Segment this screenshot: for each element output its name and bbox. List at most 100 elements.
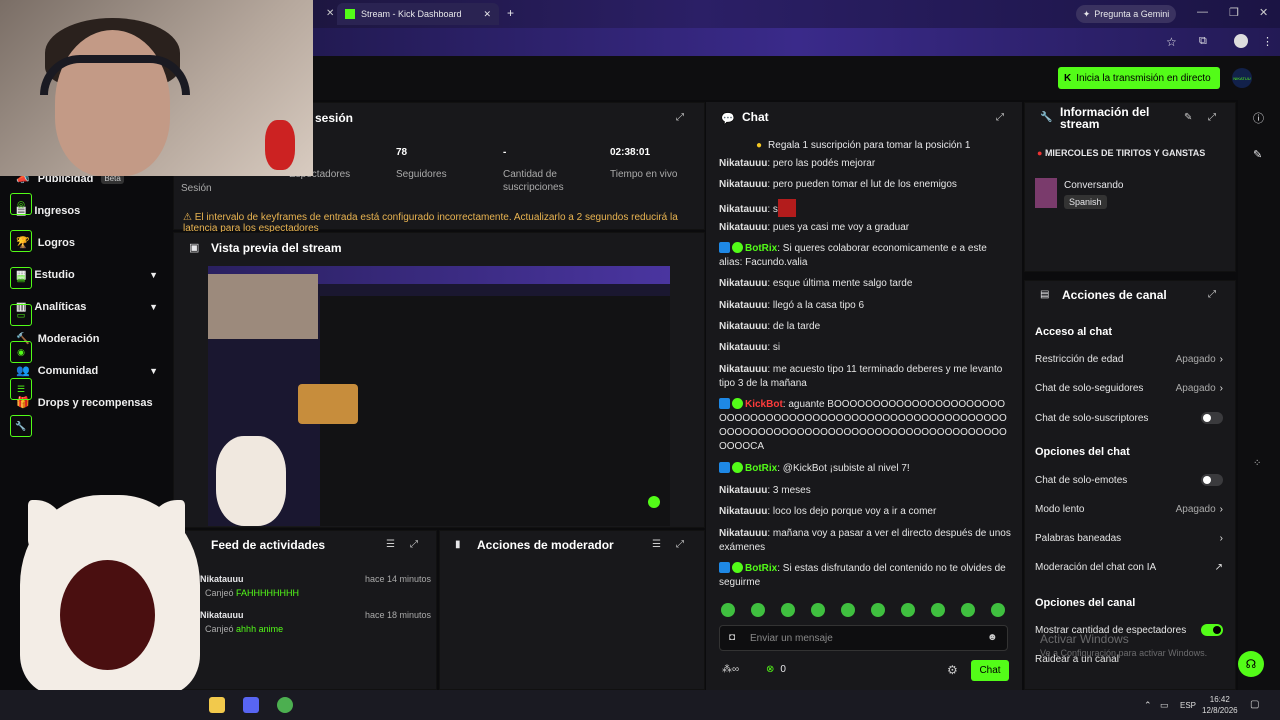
chat-username[interactable]: Nikatauuu	[719, 179, 767, 190]
chat-username[interactable]: Nikatauuu	[719, 485, 767, 496]
discord-icon[interactable]	[243, 697, 259, 713]
chat-username[interactable]: Nikatauuu	[719, 506, 767, 517]
browser-menu-icon[interactable]: ⋮	[1262, 35, 1273, 48]
tray-chevron-icon[interactable]: ⌃	[1144, 700, 1152, 711]
sidebar-item-analiticas[interactable]: ▥ Analíticas ▼	[16, 300, 158, 314]
chat-username[interactable]: Nikatauuu	[719, 222, 767, 233]
info-icon[interactable]: ⓘ	[1253, 110, 1264, 126]
sidebar-item-ingresos[interactable]: ▤ Ingresos	[16, 204, 158, 218]
chat-settings-icon[interactable]: ⚙	[947, 663, 958, 677]
emote-button[interactable]	[991, 603, 1005, 617]
ai-moderation-row[interactable]: Moderación del chat con IA ↗	[1035, 562, 1223, 573]
slow-mode-row[interactable]: Modo lento Apagado ›	[1035, 504, 1223, 515]
emote-button[interactable]	[751, 603, 765, 617]
rail-button-camera-icon[interactable]: ◎	[10, 193, 32, 215]
chat-username[interactable]: Nikatauuu	[719, 158, 767, 169]
system-clock[interactable]: 16:42 12/8/2026	[1202, 694, 1238, 716]
rail-button-wrench-icon[interactable]: 🔧	[10, 415, 32, 437]
filter-icon[interactable]: ☰	[386, 539, 395, 550]
network-icon[interactable]: ▭	[1160, 700, 1169, 711]
chat-username[interactable]: Nikatauuu	[719, 204, 767, 215]
chat-username[interactable]: BotRix	[745, 563, 777, 574]
chat-username[interactable]: BotRix	[745, 243, 777, 254]
notifications-icon[interactable]: ▢	[1250, 699, 1259, 710]
sidebar-item-comunidad[interactable]: 👥 Comunidad ▼	[16, 364, 158, 378]
banned-words-row[interactable]: Palabras baneadas ›	[1035, 533, 1223, 544]
gemini-button[interactable]: ✦ Pregunta a Gemini	[1076, 5, 1176, 23]
chat-username[interactable]: Nikatauuu	[719, 342, 767, 353]
chat-icon: 💬	[721, 113, 735, 125]
chat-username[interactable]: BotRix	[745, 463, 777, 474]
stream-preview-video[interactable]	[208, 266, 670, 526]
chat-message: KickBot: aguante BOOOOOOOOOOOOOOOOOOOOOO…	[719, 398, 1007, 452]
expand-icon[interactable]: ⤢	[1208, 289, 1216, 300]
go-live-button[interactable]: K Inicia la transmisión en directo	[1058, 67, 1220, 89]
chat-username[interactable]: Nikatauuu	[719, 528, 767, 539]
bookmark-star-icon[interactable]: ☆	[1166, 35, 1177, 49]
subs-only-toggle[interactable]	[1201, 412, 1223, 424]
expand-icon[interactable]: ⤢	[996, 112, 1004, 123]
emote-button[interactable]	[931, 603, 945, 617]
expand-icon[interactable]: ⤢	[676, 539, 684, 550]
chat-username[interactable]: KickBot	[745, 399, 783, 410]
expand-icon[interactable]: ⤢	[676, 112, 684, 123]
channel-avatar[interactable]: NIKATUU	[1232, 68, 1252, 88]
rail-button-broadcast-icon[interactable]: ◉	[10, 341, 32, 363]
show-viewers-toggle[interactable]	[1201, 624, 1223, 636]
rail-button-doc-icon[interactable]: ▤	[10, 267, 32, 289]
expand-icon[interactable]: ⤢	[410, 539, 418, 550]
verified-badge-icon	[719, 562, 730, 573]
rail-button-bolt-icon[interactable]: ⚡	[10, 230, 32, 252]
emote-button[interactable]	[841, 603, 855, 617]
emote-button[interactable]	[811, 603, 825, 617]
age-restriction-row[interactable]: Restricción de edad Apagado ›	[1035, 354, 1223, 365]
preview-webcam	[208, 274, 318, 339]
edit-icon[interactable]: ✎	[1184, 112, 1192, 123]
browser-tab[interactable]: Stream - Kick Dashboard ✕	[337, 3, 499, 25]
emote-button[interactable]	[961, 603, 975, 617]
file-explorer-icon[interactable]	[209, 697, 225, 713]
close-tab-icon[interactable]: ✕	[483, 9, 491, 20]
more-icon[interactable]: ⁘	[1253, 458, 1261, 469]
new-tab-icon[interactable]: +	[507, 6, 514, 20]
filter-icon[interactable]: ☰	[652, 539, 661, 550]
emote-button[interactable]	[901, 603, 915, 617]
monitor-icon: ▣	[189, 242, 200, 254]
profile-avatar[interactable]	[1234, 34, 1248, 48]
extensions-icon[interactable]: ⧉	[1199, 35, 1207, 48]
chat-username[interactable]: Nikatauuu	[719, 364, 767, 375]
session-title: sesión	[315, 111, 354, 125]
language-indicator[interactable]: ESP	[1180, 701, 1196, 710]
sidebar-item-estudio[interactable]: ▦ Estudio ▼	[16, 268, 158, 282]
rail-button-chat-icon[interactable]: ▭	[10, 304, 32, 326]
verified-badge-icon	[719, 398, 730, 409]
infinity-icon[interactable]: ⁂∞	[722, 664, 739, 675]
sidebar-item-logros[interactable]: 🏆 Logros	[16, 236, 158, 250]
emote-button[interactable]	[781, 603, 795, 617]
chat-username[interactable]: Nikatauuu	[719, 321, 767, 332]
pinned-gift-banner[interactable]: ● Regala 1 suscripción para tomar la posi…	[756, 140, 970, 151]
emotes-only-toggle[interactable]	[1201, 474, 1223, 486]
followers-only-row[interactable]: Chat de solo-seguidores Apagado ›	[1035, 383, 1223, 394]
minimize-icon[interactable]: —	[1197, 6, 1208, 18]
expand-icon[interactable]: ⤢	[1208, 112, 1216, 123]
close-window-icon[interactable]: ✕	[1259, 6, 1268, 19]
chat-input[interactable]: Enviar un mensaje	[719, 625, 1008, 651]
sidebar-item-label: Logros	[37, 236, 75, 249]
chat-username[interactable]: Nikatauuu	[719, 300, 767, 311]
sidebar-item-moderacion[interactable]: 🔨 Moderación	[16, 332, 158, 346]
category-name[interactable]: Conversando	[1064, 180, 1123, 191]
chrome-icon[interactable]	[277, 697, 293, 713]
emote-button[interactable]	[721, 603, 735, 617]
pen-icon[interactable]: ✎	[1253, 148, 1262, 161]
emote-button[interactable]	[871, 603, 885, 617]
sidebar-item-drops[interactable]: 🎁 Drops y recompensas	[16, 396, 158, 410]
maximize-icon[interactable]: ❐	[1229, 6, 1239, 19]
chat-username[interactable]: Nikatauuu	[719, 278, 767, 289]
tab-list-icon[interactable]: ✕	[326, 8, 334, 19]
rail-button-list-icon[interactable]: ☰	[10, 378, 32, 400]
support-headset-icon[interactable]: ☊	[1238, 651, 1264, 677]
chat-title: Chat	[742, 110, 769, 124]
emoji-icon[interactable]: ☻	[987, 632, 998, 643]
chat-send-button[interactable]: Chat	[971, 660, 1009, 681]
